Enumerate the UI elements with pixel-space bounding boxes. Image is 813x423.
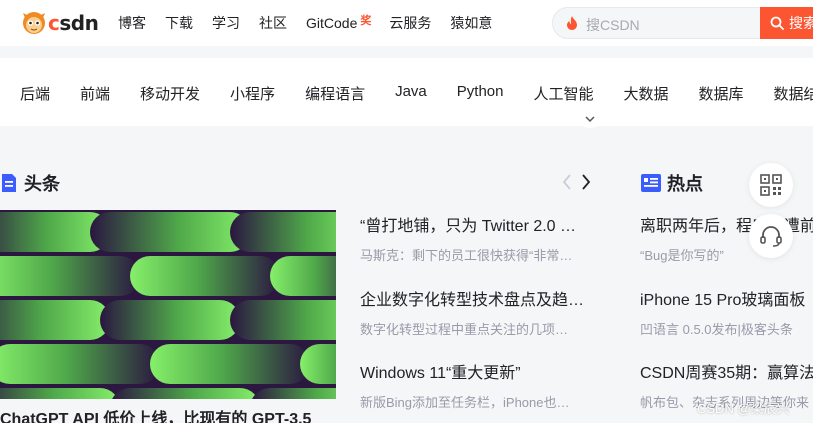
category-backend[interactable]: 后端 (20, 83, 50, 104)
category-language[interactable]: 编程语言 (305, 83, 365, 104)
award-badge: 奖 (360, 15, 372, 27)
headline-item[interactable]: “曾打地铺，只为 Twitter 2.0 … 马斯克：剩下的员工很快获得“非常… (360, 212, 590, 264)
watermark: CSDN @梁辰兴 (697, 401, 790, 416)
flame-icon (567, 16, 577, 30)
csdn-logo[interactable]: csdn (21, 9, 101, 37)
expand-categories-button[interactable] (576, 114, 604, 128)
headline-item-title: Windows 11“重大更新” (360, 365, 521, 382)
headline-item-summary: 新版Bing添加至任务栏，iPhone也… (360, 395, 570, 410)
banner-caption[interactable]: ChatGPT API 低价上线，比现有的 GPT-3.5 (0, 405, 311, 423)
hot-heading: 热点 (641, 170, 703, 196)
qrcode-icon (760, 174, 782, 196)
nav-item-gitcode-label: GitCode (306, 15, 358, 31)
category-java[interactable]: Java (395, 83, 427, 104)
search-button[interactable]: 搜索 (760, 7, 813, 39)
hot-item-title: CSDN周赛35期：赢算法 (640, 365, 813, 382)
category-ai[interactable]: 人工智能 (533, 83, 593, 104)
nav-item-blog[interactable]: 博客 (118, 13, 146, 33)
nav-item-cloud[interactable]: 云服务 (389, 13, 431, 33)
main-nav: 博客 下载 学习 社区 GitCode 奖 云服务 猿如意 (118, 0, 511, 46)
document-icon (2, 174, 16, 192)
hot-title: 热点 (667, 174, 703, 194)
headline-item-summary: 数字化转型过程中重点关注的几项… (360, 322, 569, 337)
headline-banner-image[interactable] (0, 210, 336, 399)
chevron-left-icon[interactable] (561, 173, 573, 191)
category-python[interactable]: Python (457, 83, 504, 104)
category-database[interactable]: 数据库 (699, 83, 744, 104)
headline-item[interactable]: Windows 11“重大更新” 新版Bing添加至任务栏，iPhone也… (360, 359, 590, 411)
category-list: 后端 前端 移动开发 小程序 编程语言 Java Python 人工智能 大数据… (20, 83, 813, 104)
hot-item[interactable]: iPhone 15 Pro玻璃面板 凹语言 0.5.0发布|极客头条 (640, 286, 813, 338)
headlines-title: 头条 (24, 174, 60, 194)
category-frontend[interactable]: 前端 (80, 83, 110, 104)
hot-item-summary: 凹语言 0.5.0发布|极客头条 (640, 322, 793, 337)
qrcode-button[interactable] (749, 163, 793, 207)
headlines-heading: 头条 (0, 170, 60, 196)
mascot-icon (23, 12, 45, 34)
nav-item-download[interactable]: 下载 (165, 13, 193, 33)
category-miniprogram[interactable]: 小程序 (230, 83, 275, 104)
headline-item-title: 企业数字化转型技术盘点及趋… (360, 292, 585, 309)
headset-icon (760, 226, 782, 247)
hot-list-icon (641, 174, 661, 192)
headline-item[interactable]: 企业数字化转型技术盘点及趋… 数字化转型过程中重点关注的几项… (360, 286, 590, 338)
banner-artwork (0, 210, 336, 399)
headline-item-title: “曾打地铺，只为 Twitter 2.0 … (360, 218, 577, 235)
nav-item-community[interactable]: 社区 (259, 13, 287, 33)
chevron-down-icon (585, 116, 595, 123)
nav-item-yuanruyi[interactable]: 猿如意 (450, 13, 492, 33)
hot-item-title: iPhone 15 Pro玻璃面板 (640, 292, 806, 309)
customer-service-button[interactable] (749, 214, 793, 258)
category-datastructure[interactable]: 数据结构 (774, 83, 813, 104)
category-bar: 后端 前端 移动开发 小程序 编程语言 Java Python 人工智能 大数据… (0, 58, 813, 128)
chevron-right-icon[interactable] (580, 173, 592, 191)
logo-text: csdn (48, 11, 99, 35)
search-button-label: 搜索 (789, 15, 813, 31)
top-navbar: csdn 博客 下载 学习 社区 GitCode 奖 云服务 猿如意 搜CSDN … (0, 0, 813, 46)
search-icon (770, 16, 784, 30)
nav-item-learn[interactable]: 学习 (212, 13, 240, 33)
nav-item-gitcode[interactable]: GitCode 奖 (306, 15, 371, 31)
category-bigdata[interactable]: 大数据 (623, 83, 668, 104)
category-mobile[interactable]: 移动开发 (140, 83, 200, 104)
search-placeholder: 搜CSDN (586, 17, 640, 33)
headline-item-summary: 马斯克：剩下的员工很快获得“非常… (360, 248, 573, 263)
